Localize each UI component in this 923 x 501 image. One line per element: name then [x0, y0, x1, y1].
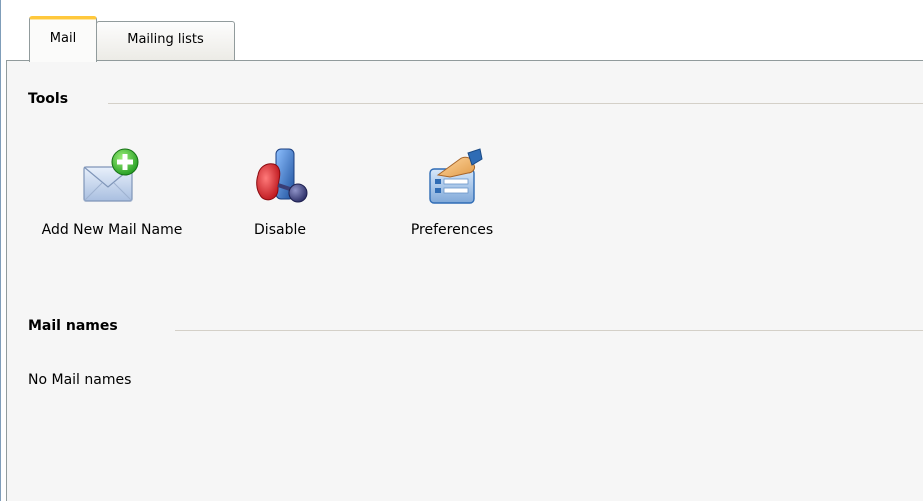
add-new-mail-name-button[interactable]: Add New Mail Name — [41, 145, 183, 243]
tools-section-title: Tools — [28, 91, 69, 107]
add-new-mail-name-label: Add New Mail Name — [41, 222, 183, 238]
tab-mailing-lists-label: Mailing lists — [127, 32, 204, 47]
tab-mail[interactable]: Mail — [29, 16, 97, 62]
tab-panel: Tools Add New Mail Name Disable Preferen… — [6, 61, 923, 501]
tools-section-divider — [108, 103, 923, 104]
mail-names-section-title: Mail names — [28, 318, 118, 334]
preferences-button[interactable]: Preferences — [387, 145, 517, 243]
tab-strip: Mail Mailing lists — [1, 0, 923, 62]
preferences-label: Preferences — [410, 222, 494, 238]
disable-button[interactable]: Disable — [225, 145, 335, 243]
empty-state-message: No Mail names — [28, 372, 132, 388]
mail-add-icon — [83, 148, 139, 202]
disable-label: Disable — [254, 222, 306, 238]
preferences-icon — [429, 148, 483, 204]
mail-window: Mail Mailing lists Tools Add New Mail Na… — [0, 0, 923, 501]
mail-names-section-divider — [175, 330, 923, 331]
disable-icon — [256, 148, 308, 203]
tab-baseline-divider — [6, 60, 923, 61]
tab-mailing-lists[interactable]: Mailing lists — [96, 21, 235, 60]
tab-mail-label: Mail — [49, 31, 77, 46]
